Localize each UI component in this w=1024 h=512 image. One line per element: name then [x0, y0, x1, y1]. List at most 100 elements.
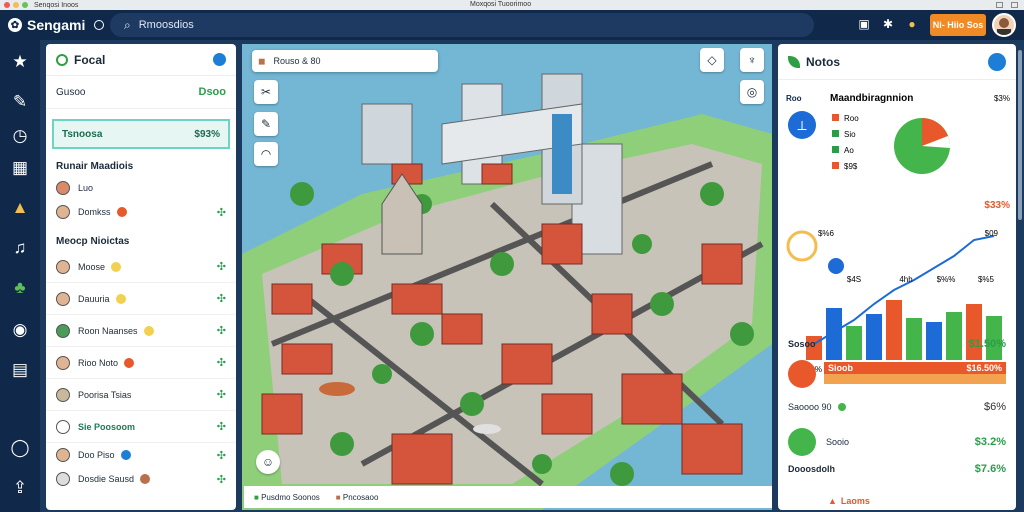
map-toolbar-text: Rouso & 80 [273, 56, 321, 66]
expand-icon[interactable]: ✣ [217, 473, 226, 486]
list-item-label: Dauuria [78, 293, 110, 304]
window-title: Senqosi Inoos [34, 1, 79, 9]
expand-icon[interactable]: ✣ [217, 292, 226, 305]
expand-icon[interactable]: ✣ [217, 324, 226, 337]
stat-row[interactable]: Sosoo $1.50% [778, 334, 1016, 354]
expand-icon[interactable]: ✣ [217, 356, 226, 369]
status-icon [111, 261, 122, 272]
list-item[interactable]: Rioo Noto ✣ [46, 347, 236, 379]
window-restore-icon[interactable] [996, 2, 1003, 8]
stat-row[interactable]: Saoooo 90 $6% [778, 398, 1016, 416]
left-rail: ★ ✎ ◷ ▦ ▲ ♫ ♣ ◉ ▤ ◯ ⇪ [0, 40, 40, 512]
list-item[interactable]: Dosdie Sausd ✣ [46, 467, 236, 491]
chart-top-label: $09 [985, 229, 999, 238]
expand-icon[interactable]: ✣ [217, 206, 226, 219]
export-icon[interactable]: ⇪ [8, 476, 32, 500]
list-item-label: Roon Naanses [78, 325, 138, 336]
stat-value: $7.6% [974, 463, 1006, 475]
search-bar[interactable]: ⌕ Rmoosdios [110, 13, 814, 37]
left-panel-header: Focal [46, 44, 236, 76]
stat-value: $3.2% [974, 436, 1006, 448]
user-avatar[interactable] [992, 13, 1016, 37]
stat-label: Saoooo 90 [788, 402, 832, 412]
tree-icon[interactable]: ♣ [8, 276, 32, 300]
status-dot-icon [837, 403, 846, 411]
summary-row[interactable]: Gusoo Dsoo [46, 76, 236, 109]
expand-icon[interactable]: ✣ [217, 420, 226, 433]
list-item[interactable]: Dauuria ✣ [46, 283, 236, 315]
stat-row[interactable]: Sooio $3.2% [778, 424, 1016, 460]
list-item[interactable]: Luo [46, 176, 236, 200]
status-icon [116, 207, 127, 217]
status-icon [124, 357, 135, 368]
stats-chart: ⟂ Roo Maandbiragnnion $3% Roo Sio Ao $9$ $3… [786, 93, 1010, 374]
stat-row[interactable]: Sioob $16.50% [778, 356, 1016, 392]
list-item-label: Poorisa Tsias [78, 389, 132, 400]
scrollbar[interactable] [1018, 50, 1022, 220]
list-item[interactable]: Domkss ✣ [46, 200, 236, 224]
minimize-dot[interactable] [13, 2, 19, 8]
stat-label: Sioob [828, 363, 853, 373]
compass-button[interactable]: ◇ [700, 48, 724, 72]
sound-icon[interactable]: ♫ [8, 236, 32, 260]
layers-button[interactable]: ♆ [740, 48, 764, 72]
list-item[interactable]: Roon Naanses ✣ [46, 315, 236, 347]
stat-row[interactable]: Dooosdolh $7.6% [778, 460, 1016, 478]
pin-icon: ■ [335, 492, 341, 502]
expand-icon[interactable]: ✣ [217, 260, 226, 273]
map-bottom-item[interactable]: ■ Pncosaoo [336, 493, 379, 502]
list-item[interactable]: Doo Piso ✣ [46, 443, 236, 467]
list-item-label: Sie Poosoom [78, 421, 136, 432]
maximize-dot[interactable] [22, 2, 28, 8]
brand-logo[interactable]: ✿ Sengami [8, 17, 105, 33]
pie-value: $33% [984, 200, 1010, 211]
bell-icon[interactable]: ▲ [8, 196, 32, 220]
panel-action-icon[interactable] [988, 52, 1006, 71]
chart-data-label: $%6 [818, 229, 835, 238]
refresh-tool-button[interactable]: ◠ [254, 142, 278, 166]
expand-icon[interactable]: ✣ [217, 449, 226, 462]
clock-icon[interactable]: ◉ [8, 318, 32, 342]
pencil-tool-button[interactable]: ✎ [254, 112, 278, 136]
brand-mark-icon: ✿ [8, 18, 22, 32]
list-item[interactable]: Moose ✣ [46, 251, 236, 283]
list-item[interactable]: Sie Poosoom ✣ [46, 411, 236, 443]
legend-swatch [832, 114, 839, 121]
list-item-label: Dosdie Sausd [78, 474, 135, 484]
star-icon[interactable]: ★ [8, 50, 32, 74]
map-search-toolbar[interactable]: ◼ Rouso & 80 [252, 50, 438, 72]
stopwatch-icon[interactable]: ◷ [8, 124, 32, 148]
document-icon[interactable]: ▤ [8, 358, 32, 382]
panel-settings-icon[interactable] [213, 53, 226, 66]
map-person-button[interactable]: ☺ [256, 450, 280, 474]
legend-label: $9$ [844, 162, 858, 171]
highlight-value: $93% [194, 128, 220, 140]
share-icon[interactable]: ✱ [880, 16, 896, 32]
chat-icon[interactable]: ◯ [8, 436, 32, 460]
summary-value: Dsoo [198, 86, 227, 98]
location-button[interactable]: ◎ [740, 80, 764, 104]
status-icon [115, 293, 126, 304]
pointer-tool-button[interactable]: ✂ [254, 80, 278, 104]
window-fullscreen-icon[interactable] [1011, 2, 1018, 8]
expand-icon[interactable]: ✣ [217, 388, 226, 401]
list-item-label: Moose [78, 261, 106, 272]
window-titlebar: Senqosi Inoos Moxqosi Tuoorimoo [0, 0, 1024, 10]
profile-settings-icon[interactable]: ● [904, 16, 920, 32]
brand-name: Sengami [27, 17, 86, 33]
progress-bar: Sioob $16.50% [824, 362, 1006, 386]
chart-data-label: $4S [847, 275, 861, 284]
city-map[interactable] [242, 44, 772, 510]
warning-icon: ▲ [828, 496, 837, 506]
chart-data-label: $%% [937, 275, 956, 284]
map-bottom-item[interactable]: ■ Pusdmo Soonos [254, 493, 320, 502]
list-item-label: Doo Piso [78, 450, 115, 460]
save-icon[interactable]: ▣ [856, 16, 872, 32]
grid-icon[interactable]: ▦ [8, 156, 32, 180]
highlight-card[interactable]: Tsnoosa $93% [52, 119, 230, 149]
list-item[interactable]: Poorisa Tsias ✣ [46, 379, 236, 411]
stat-row[interactable]: ▲ Laoms [778, 492, 1016, 510]
close-dot[interactable] [4, 2, 10, 8]
wrench-icon[interactable]: ✎ [8, 90, 32, 114]
primary-action-button[interactable]: Ni- Hiio Sos [930, 14, 986, 36]
